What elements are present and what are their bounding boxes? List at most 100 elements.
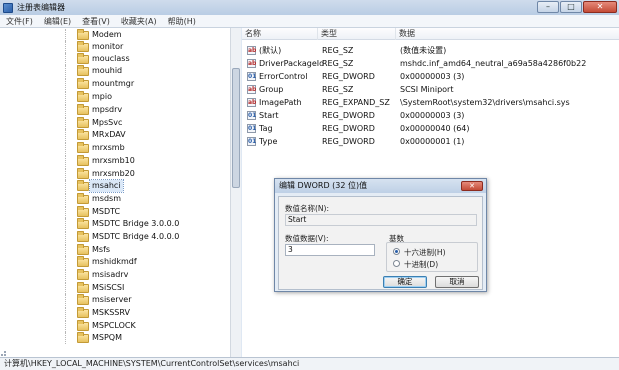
menu-view[interactable]: 查看(V) [82,16,110,27]
tree-item[interactable]: monitor [0,41,239,53]
tree-item[interactable]: MSiSCSI [0,282,239,294]
list-row[interactable]: ab (默认) REG_SZ (数值未设置) [242,44,619,57]
tree-item-label: mouhid [92,66,123,75]
folder-icon [77,180,89,191]
folder-icon [77,78,89,89]
tree-item-label: msahci [89,179,124,193]
tree-item-label: MpsSvc [92,118,123,127]
folder-icon [77,41,89,52]
folder-icon [77,29,89,40]
tree-item[interactable]: mpio [0,91,239,103]
tree-item[interactable]: msisadrv [0,269,239,281]
tree-item-label: mrxsmb [92,143,125,152]
folder-icon [77,206,89,217]
close-button[interactable]: ✕ [583,1,617,13]
value-data: 0x00000001 (1) [400,137,465,146]
minimize-button[interactable]: – [537,1,559,13]
column-data[interactable]: 数据 [396,28,619,40]
dialog-title-bar[interactable]: 编辑 DWORD (32 位)值 ✕ [275,179,486,193]
tree-item-label: MSKSSRV [92,308,130,317]
string-value-icon: ab [247,85,257,94]
folder-icon [77,307,89,318]
value-type: REG_SZ [322,46,354,55]
tree-item[interactable]: mrxsmb20 [0,168,239,180]
value-data-input[interactable]: 3 [285,244,375,256]
folder-icon [77,320,89,331]
folder-icon [77,256,89,267]
registry-key-tree[interactable]: Modem monitor mouclass mouhid mountmgr m… [0,28,241,357]
tree-item-label: MSDTC Bridge 3.0.0.0 [92,219,180,228]
radio-hex[interactable] [393,248,400,255]
tree-item-label: MRxDAV [92,130,126,139]
tree-item[interactable]: Modem [0,29,239,41]
status-bar: 计算机\HKEY_LOCAL_MACHINE\SYSTEM\CurrentCon… [0,357,619,370]
value-type: REG_DWORD [322,111,375,120]
value-data-label: 数值数据(V): [285,234,329,243]
folder-icon [77,193,89,204]
menu-bar: 文件(F) 编辑(E) 查看(V) 收藏夹(A) 帮助(H) [0,15,619,28]
tree-item[interactable]: MSDTC [0,206,239,218]
tree-item[interactable]: mountmgr [0,78,239,90]
ok-button[interactable]: 确定 [383,276,427,288]
tree-item[interactable]: Msfs [0,244,239,256]
tree-item[interactable]: mouclass [0,53,239,65]
tree-item[interactable]: MSPCLOCK [0,320,239,332]
dialog-body: 数值名称(N): Start 数值数据(V): 3 基数 十六进制(H) 十进制… [278,196,483,290]
scrollbar-thumb[interactable] [232,68,240,188]
value-name: ImagePath [259,98,302,107]
list-row[interactable]: ab Group REG_SZ SCSI Miniport [242,83,619,96]
maximize-button[interactable]: □ [560,1,582,13]
tree-item[interactable]: msdsm [0,193,239,205]
tree-item-label: msdsm [92,194,121,203]
radio-hex-label[interactable]: 十六进制(H) [404,247,446,258]
tree-item[interactable]: mrxsmb10 [0,155,239,167]
tree-item[interactable]: MSDTC Bridge 3.0.0.0 [0,218,239,230]
list-row[interactable]: 01 Tag REG_DWORD 0x00000040 (64) [242,122,619,135]
tree-scrollbar[interactable] [230,28,241,357]
cancel-button[interactable]: 取消 [435,276,479,288]
column-type[interactable]: 类型 [318,28,396,40]
tree-item[interactable]: MRxDAV [0,129,239,141]
menu-edit[interactable]: 编辑(E) [44,16,71,27]
value-name: (默认) [259,46,282,55]
value-name: DriverPackageId [259,59,325,68]
list-row[interactable]: 01 ErrorControl REG_DWORD 0x00000003 (3) [242,70,619,83]
value-type: REG_SZ [322,59,354,68]
tree-item[interactable]: MSKSSRV [0,307,239,319]
radio-dec[interactable] [393,260,400,267]
list-row[interactable]: 01 Start REG_DWORD 0x00000003 (3) [242,109,619,122]
tree-item[interactable]: msiserver [0,294,239,306]
dialog-close-button[interactable]: ✕ [461,181,483,191]
menu-help[interactable]: 帮助(H) [168,16,196,27]
tree-item[interactable]: mrxsmb [0,142,239,154]
tree-item[interactable]: mouhid [0,65,239,77]
tree-item-label: MSDTC Bridge 4.0.0.0 [92,232,180,241]
radio-dec-label[interactable]: 十进制(D) [404,259,438,270]
resize-grip-icon[interactable] [0,349,8,357]
tree-item[interactable]: MSPQM [0,332,239,344]
list-row[interactable]: ab ImagePath REG_EXPAND_SZ \SystemRoot\s… [242,96,619,109]
menu-file[interactable]: 文件(F) [6,16,33,27]
value-name: Tag [259,124,273,133]
value-name: Start [259,111,279,120]
list-row[interactable]: 01 Type REG_DWORD 0x00000001 (1) [242,135,619,148]
folder-icon [77,53,89,64]
binary-value-icon: 01 [247,72,257,81]
menu-favorites[interactable]: 收藏夹(A) [121,16,157,27]
folder-icon [77,218,89,229]
tree-item[interactable]: MpsSvc [0,117,239,129]
folder-icon [77,142,89,153]
tree-item-selected[interactable]: msahci [0,179,239,193]
tree-item[interactable]: mshidkmdf [0,256,239,268]
tree-item[interactable]: mpsdrv [0,104,239,116]
folder-icon [77,269,89,280]
list-row[interactable]: ab DriverPackageId REG_SZ mshdc.inf_amd6… [242,57,619,70]
tree-item-label: MSPCLOCK [92,321,136,330]
column-name[interactable]: 名称 [242,28,318,40]
binary-value-icon: 01 [247,137,257,146]
tree-item-label: Msfs [92,245,111,254]
tree-item[interactable]: MSDTC Bridge 4.0.0.0 [0,231,239,243]
tree-item-label: MSPQM [92,333,123,342]
folder-icon [77,117,89,128]
tree-item-label: mrxsmb20 [92,169,135,178]
